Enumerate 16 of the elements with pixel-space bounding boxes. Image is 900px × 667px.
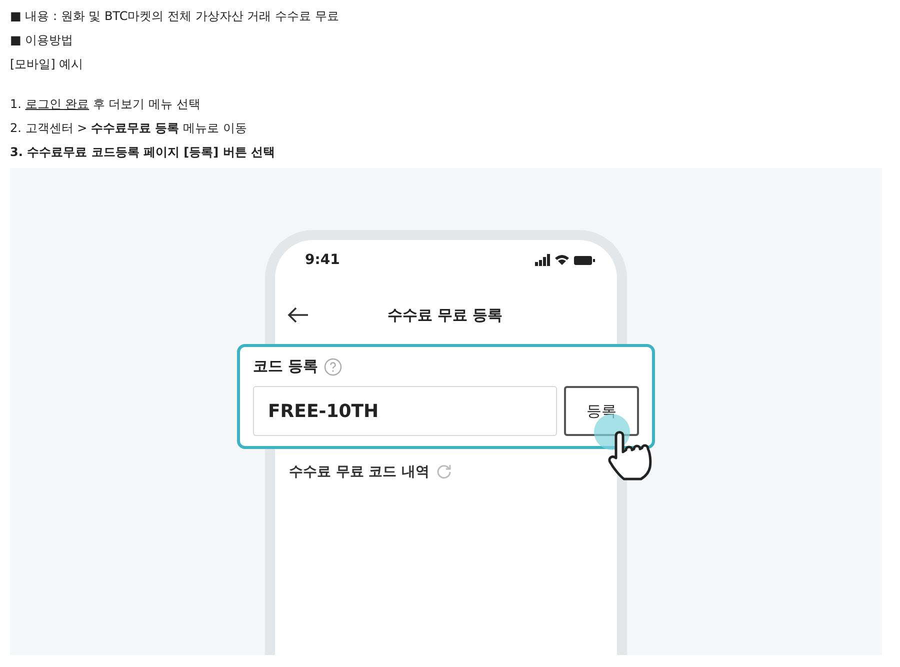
- status-icons: [535, 254, 595, 266]
- help-icon[interactable]: [324, 358, 342, 376]
- step-text: 1. 로그인 완료 후 더보기 메뉴 선택: [10, 96, 200, 113]
- login-link[interactable]: 로그인 완료: [25, 97, 90, 111]
- card-label: 코드 등록: [253, 357, 318, 376]
- step-text: 3. 수수료무료 코드등록 페이지 [등록] 버튼 선택: [10, 144, 275, 161]
- step-text: 2. 고객센터 > 수수료무료 등록 메뉴로 이동: [10, 120, 247, 137]
- history-label: 수수료 무료 코드 내역: [289, 463, 430, 481]
- code-input[interactable]: FREE-10TH: [253, 386, 557, 436]
- status-time: 9:41: [305, 252, 340, 268]
- text-line: ■ 내용 : 원화 및 BTC마켓의 전체 가상자산 거래 수수료 무료: [10, 8, 339, 25]
- text-line: ■ 이용방법: [10, 32, 74, 49]
- page-title: 수수료 무료 등록: [386, 306, 504, 324]
- text-line: [모바일] 예시: [10, 56, 84, 73]
- back-arrow-icon[interactable]: [287, 307, 309, 323]
- refresh-icon[interactable]: [436, 464, 452, 480]
